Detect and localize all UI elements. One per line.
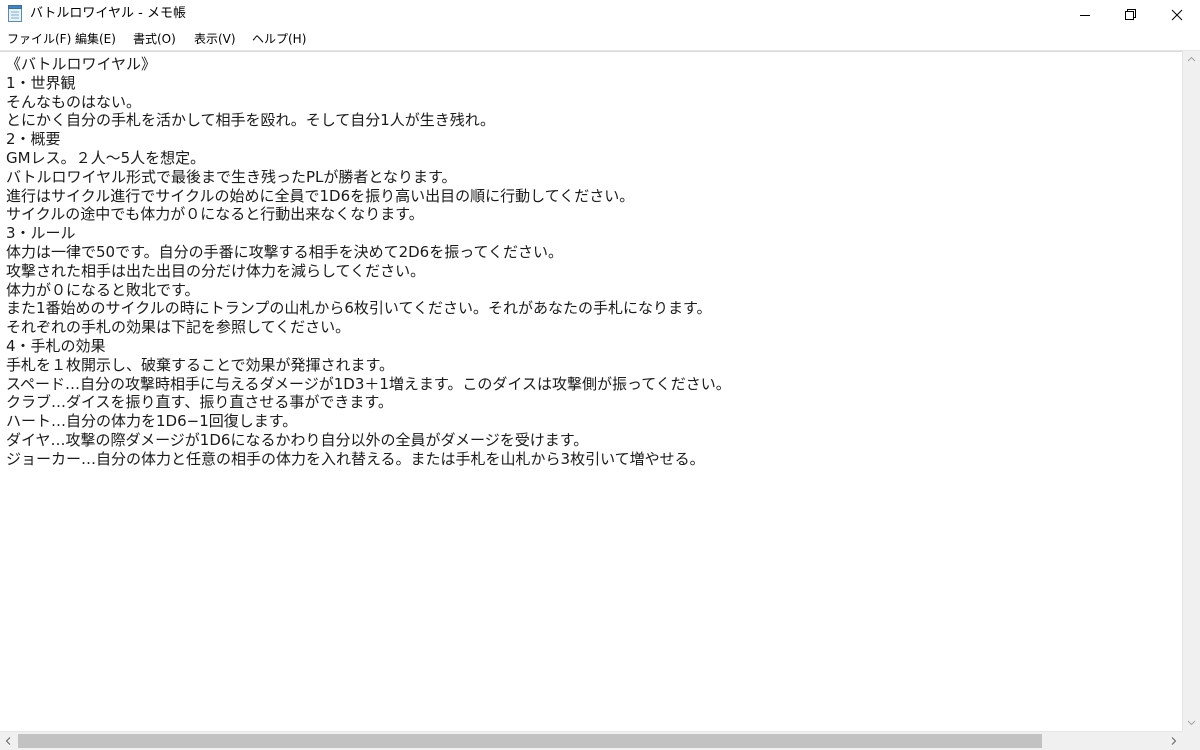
- text-line: 2・概要: [6, 130, 61, 149]
- scrollbar-corner: [1182, 731, 1200, 750]
- text-line: そんなものはない。: [6, 92, 142, 111]
- scroll-up-button[interactable]: [1183, 51, 1200, 68]
- notepad-window: バトルロワイヤル - メモ帳 ファイル(F) 編集(E) 書式(O) 表示(V)…: [0, 0, 1200, 750]
- text-line: スペード…自分の攻撃時相手に与えるダメージが1D3＋1増えます。このダイスは攻撃…: [6, 374, 731, 393]
- text-line: 攻撃された相手は出た出目の分だけ体力を減らしてください。: [6, 261, 426, 280]
- text-line: サイクルの途中でも体力が０になると行動出来なくなります。: [6, 205, 424, 224]
- text-line: 1・世界観: [6, 73, 76, 92]
- text-line: 進行はサイクル進行でサイクルの始めに全員で1D6を振り高い出目の順に行動してくだ…: [6, 186, 635, 205]
- text-line: また1番始めのサイクルの時にトランプの山札から6枚引いてください。それがあなたの…: [6, 299, 712, 318]
- vertical-scrollbar[interactable]: [1182, 51, 1200, 731]
- scroll-right-button[interactable]: [1165, 732, 1182, 750]
- menu-edit[interactable]: 編集(E): [75, 31, 116, 47]
- text-line: 手札を１枚開示し、破棄することで効果が発揮されます。: [6, 355, 395, 374]
- scroll-down-button[interactable]: [1183, 714, 1200, 731]
- text-line: クラブ…ダイスを振り直す、振り直させる事ができます。: [6, 393, 393, 412]
- menu-view[interactable]: 表示(V): [194, 31, 236, 47]
- text-line: ダイヤ…攻撃の際ダメージが1D6になるかわり自分以外の全員がダメージを受けます。: [6, 430, 589, 449]
- window-title: バトルロワイヤル - メモ帳: [30, 6, 186, 21]
- chevron-down-icon: [1187, 720, 1196, 726]
- text-line: GMレス。２人〜5人を想定。: [6, 148, 206, 167]
- menu-format[interactable]: 書式(O): [133, 31, 176, 47]
- text-line: 3・ルール: [6, 224, 76, 243]
- minimize-icon: [1080, 15, 1090, 16]
- text-line: それぞれの手札の効果は下記を参照してください。: [6, 318, 351, 337]
- restore-icon: [1125, 9, 1136, 20]
- text-line: 体力が０になると敗北です。: [6, 280, 200, 299]
- close-icon: [1171, 9, 1183, 21]
- chevron-left-icon: [5, 737, 11, 745]
- chevron-right-icon: [1171, 737, 1177, 745]
- text-line: ハート…自分の体力を1D6−1回復します。: [6, 412, 298, 431]
- text-line: バトルロワイヤル形式で最後まで生き残ったPLが勝者となります。: [6, 167, 457, 186]
- horizontal-scroll-thumb[interactable]: [18, 734, 1042, 748]
- text-line: とにかく自分の手札を活かして相手を殴れ。そして自分1人が生き残れ。: [6, 111, 495, 130]
- title-bar[interactable]: バトルロワイヤル - メモ帳: [0, 0, 1200, 28]
- minimize-button[interactable]: [1062, 0, 1108, 28]
- chevron-up-icon: [1187, 56, 1196, 62]
- text-line: 《バトルロワイヤル》: [6, 55, 157, 73]
- close-button[interactable]: [1154, 0, 1200, 28]
- text-editor[interactable]: 《バトルロワイヤル》 1・世界観 そんなものはない。 とにかく自分の手札を活かし…: [0, 51, 1182, 732]
- menu-help[interactable]: ヘルプ(H): [252, 31, 306, 47]
- menu-file[interactable]: ファイル(F): [7, 31, 71, 47]
- horizontal-scrollbar[interactable]: [0, 731, 1182, 750]
- maximize-button[interactable]: [1108, 0, 1154, 28]
- document-text[interactable]: 《バトルロワイヤル》 1・世界観 そんなものはない。 とにかく自分の手札を活かし…: [6, 55, 1176, 469]
- text-line: ジョーカー…自分の体力と任意の相手の体力を入れ替える。または手札を山札から3枚引…: [6, 449, 705, 468]
- text-line: 体力は一律で50です。自分の手番に攻撃する相手を決めて2D6を振ってください。: [6, 242, 564, 261]
- notepad-icon: [8, 5, 22, 22]
- menu-bar: ファイル(F) 編集(E) 書式(O) 表示(V) ヘルプ(H): [0, 28, 1200, 51]
- scroll-left-button[interactable]: [0, 732, 17, 750]
- text-line: 4・手札の効果: [6, 336, 106, 355]
